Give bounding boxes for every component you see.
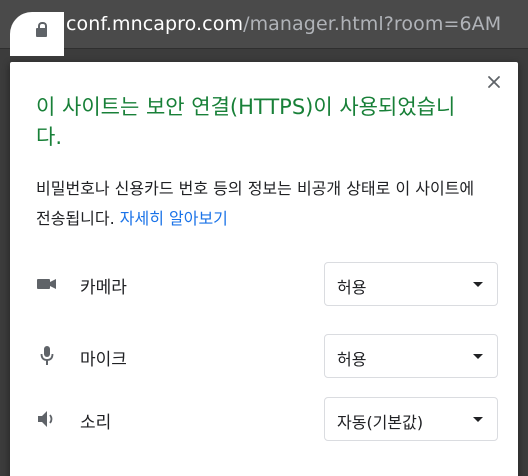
site-info-chip[interactable] bbox=[10, 12, 64, 56]
sound-permission-select[interactable]: 자동(기본값) bbox=[324, 397, 498, 441]
close-button[interactable] bbox=[482, 70, 506, 94]
address-bar[interactable]: conf.mncapro.com/manager.html?room=6AM bbox=[0, 0, 528, 56]
permission-label-sound: 소리 bbox=[80, 413, 112, 433]
permission-label-microphone: 마이크 bbox=[80, 350, 127, 370]
speaker-icon bbox=[36, 409, 58, 429]
connection-secure-title: 이 사이트는 보안 연결(HTTPS)이 사용되었습니다. bbox=[36, 95, 456, 149]
browser-window: conf.mncapro.com/manager.html?room=6AM 이… bbox=[0, 0, 528, 476]
permission-label-camera: 카메라 bbox=[80, 278, 127, 298]
chevron-down-icon bbox=[473, 354, 483, 359]
camera-permission-value: 허용 bbox=[337, 278, 367, 297]
camera-icon bbox=[36, 274, 58, 294]
description-text: 비밀번호나 신용카드 번호 등의 정보는 비공개 상태로 이 사이트에 전송됩니… bbox=[36, 179, 475, 228]
site-info-popup: 이 사이트는 보안 연결(HTTPS)이 사용되었습니다. 비밀번호나 신용카드… bbox=[10, 62, 518, 476]
url-text[interactable]: conf.mncapro.com/manager.html?room=6AM bbox=[66, 13, 501, 35]
microphone-icon bbox=[36, 346, 58, 366]
permission-row-camera: 카메라 허용 bbox=[36, 262, 506, 306]
lock-icon[interactable] bbox=[36, 22, 47, 37]
connection-description: 비밀번호나 신용카드 번호 등의 정보는 비공개 상태로 이 사이트에 전송됩니… bbox=[36, 174, 491, 234]
url-domain: conf.mncapro.com bbox=[66, 13, 244, 35]
close-icon bbox=[488, 76, 500, 88]
permission-row-microphone: 마이크 허용 bbox=[36, 334, 506, 378]
microphone-permission-value: 허용 bbox=[337, 350, 367, 369]
chevron-down-icon bbox=[473, 282, 483, 287]
permission-row-sound: 소리 자동(기본값) bbox=[36, 397, 506, 441]
microphone-permission-select[interactable]: 허용 bbox=[324, 334, 498, 378]
learn-more-link[interactable]: 자세히 알아보기 bbox=[120, 209, 228, 228]
chevron-down-icon bbox=[473, 417, 483, 422]
url-path: /manager.html?room=6AM bbox=[243, 13, 502, 35]
camera-permission-select[interactable]: 허용 bbox=[324, 262, 498, 306]
sound-permission-value: 자동(기본값) bbox=[337, 413, 424, 432]
